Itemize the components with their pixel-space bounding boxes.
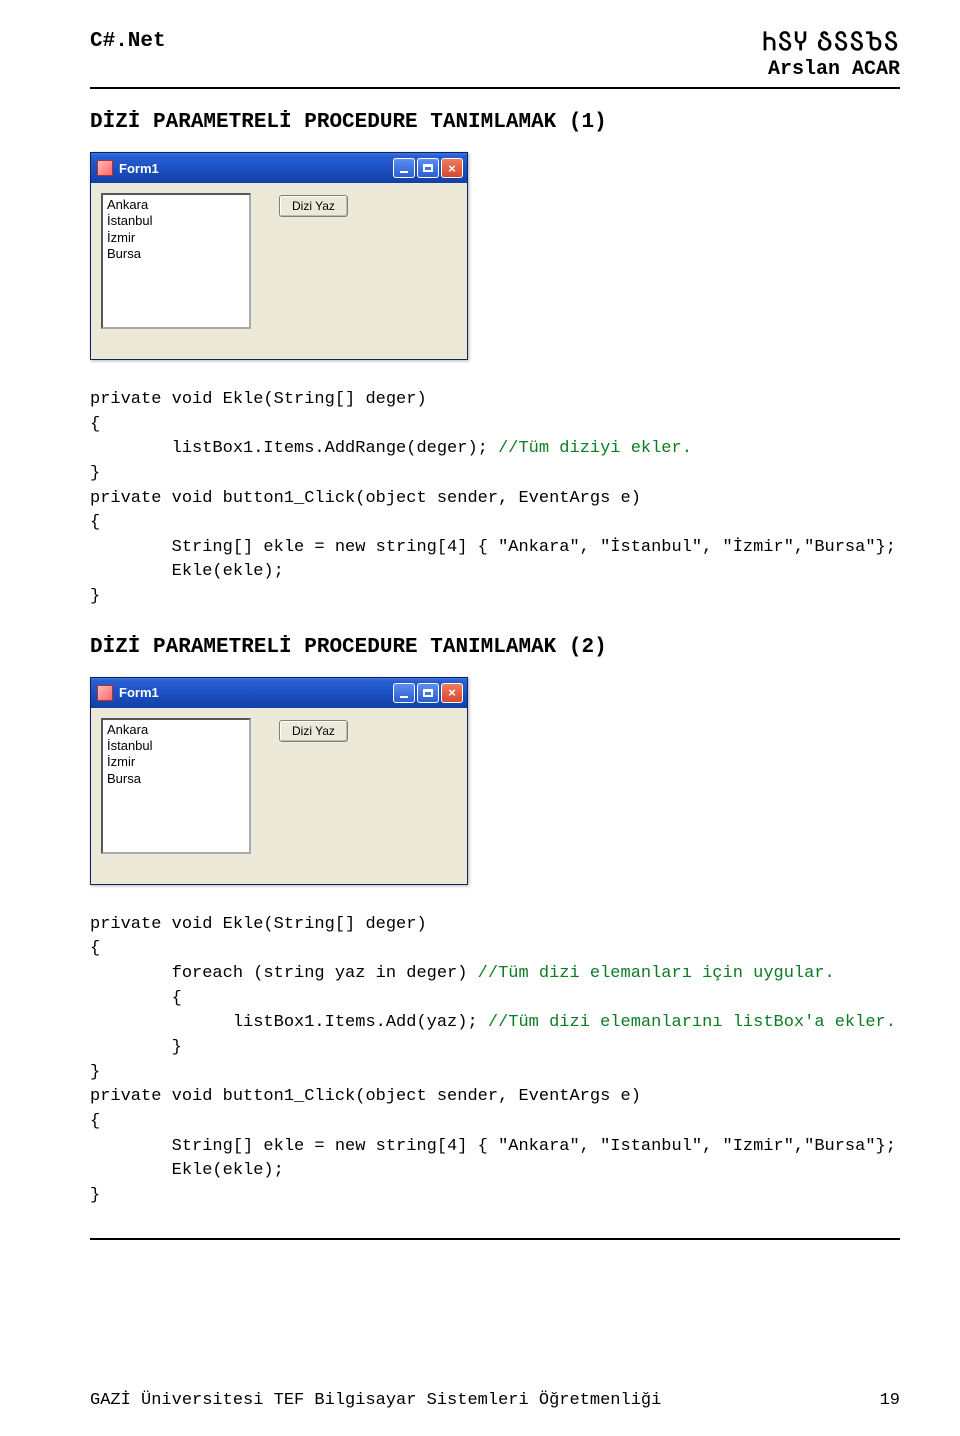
code-line: String[] ekle = new string[4] { "Ankara"…	[90, 1137, 896, 1156]
close-icon: ×	[448, 686, 456, 699]
window-title: Form1	[119, 161, 393, 176]
header-decor: ႹႽჄ ჂႽႽႦႽ	[763, 30, 900, 56]
list-item[interactable]: Ankara	[107, 197, 245, 213]
titlebar-1: Form1 ×	[91, 153, 467, 183]
page-footer: GAZİ Üniversitesi TEF Bilgisayar Sisteml…	[90, 1391, 900, 1410]
code-line: {	[90, 415, 100, 434]
list-item[interactable]: İstanbul	[107, 213, 245, 229]
code-line: Ekle(ekle);	[90, 1161, 284, 1180]
section2-title: DİZİ PARAMETRELİ PROCEDURE TANIMLAMAK (2…	[90, 636, 900, 659]
minimize-icon	[400, 171, 408, 173]
titlebar-2: Form1 ×	[91, 678, 467, 708]
footer-rule	[90, 1238, 900, 1240]
header-left: C#.Net	[90, 30, 166, 53]
page-number: 19	[880, 1391, 900, 1410]
code-line: listBox1.Items.Add(yaz);	[90, 1013, 488, 1032]
form-window-2: Form1 × Ankara İstanbul İzmir Bursa Dizi…	[90, 677, 468, 885]
list-item[interactable]: İzmir	[107, 754, 245, 770]
maximize-icon	[423, 689, 433, 697]
code-line: {	[90, 939, 100, 958]
footer-left: GAZİ Üniversitesi TEF Bilgisayar Sisteml…	[90, 1391, 661, 1410]
code-comment: //Tüm diziyi ekler.	[498, 439, 692, 458]
minimize-button[interactable]	[393, 158, 415, 178]
page-header: C#.Net ႹႽჄ ჂႽႽႦႽ Arslan ACAR	[90, 30, 900, 81]
code-line: }	[90, 1063, 100, 1082]
maximize-icon	[423, 164, 433, 172]
list-item[interactable]: Ankara	[107, 722, 245, 738]
maximize-button[interactable]	[417, 158, 439, 178]
code-line: String[] ekle = new string[4] { "Ankara"…	[90, 538, 896, 557]
code-line: {	[90, 513, 100, 532]
app-icon	[97, 160, 113, 176]
app-icon	[97, 685, 113, 701]
code-comment: //Tüm dizi elemanlarını listBox'a ekler.	[488, 1013, 896, 1032]
minimize-button[interactable]	[393, 683, 415, 703]
code-comment: //Tüm dizi elemanları için uygular.	[478, 964, 835, 983]
close-button[interactable]: ×	[441, 158, 463, 178]
window-buttons: ×	[393, 683, 463, 703]
code-line: }	[90, 1186, 100, 1205]
code-line: private void Ekle(String[] deger)	[90, 390, 427, 409]
window-title: Form1	[119, 685, 393, 700]
code-block-2: private void Ekle(String[] deger) { fore…	[90, 913, 900, 1209]
minimize-icon	[400, 696, 408, 698]
section1-title: DİZİ PARAMETRELİ PROCEDURE TANIMLAMAK (1…	[90, 111, 900, 134]
code-line: private void button1_Click(object sender…	[90, 1087, 641, 1106]
code-line: foreach (string yaz in deger)	[90, 964, 478, 983]
list-item[interactable]: İzmir	[107, 230, 245, 246]
listbox-1[interactable]: Ankara İstanbul İzmir Bursa	[101, 193, 251, 329]
window-buttons: ×	[393, 158, 463, 178]
code-line: private void Ekle(String[] deger)	[90, 915, 427, 934]
dizi-yaz-button[interactable]: Dizi Yaz	[279, 720, 348, 742]
code-line: {	[90, 1112, 100, 1131]
code-line: }	[90, 464, 100, 483]
code-block-1: private void Ekle(String[] deger) { list…	[90, 388, 900, 610]
code-line: }	[90, 587, 100, 606]
close-button[interactable]: ×	[441, 683, 463, 703]
form-body-1: Ankara İstanbul İzmir Bursa Dizi Yaz	[91, 183, 467, 359]
code-line: private void button1_Click(object sender…	[90, 489, 641, 508]
header-author: Arslan ACAR	[763, 58, 900, 81]
code-line: listBox1.Items.AddRange(deger);	[90, 439, 498, 458]
close-icon: ×	[448, 162, 456, 175]
list-item[interactable]: Bursa	[107, 771, 245, 787]
list-item[interactable]: İstanbul	[107, 738, 245, 754]
form-body-2: Ankara İstanbul İzmir Bursa Dizi Yaz	[91, 708, 467, 884]
header-right: ႹႽჄ ჂႽႽႦႽ Arslan ACAR	[763, 30, 900, 81]
code-line: }	[90, 1038, 182, 1057]
code-line: {	[90, 989, 182, 1008]
list-item[interactable]: Bursa	[107, 246, 245, 262]
form-window-1: Form1 × Ankara İstanbul İzmir Bursa Dizi…	[90, 152, 468, 360]
dizi-yaz-button[interactable]: Dizi Yaz	[279, 195, 348, 217]
code-line: Ekle(ekle);	[90, 562, 284, 581]
listbox-2[interactable]: Ankara İstanbul İzmir Bursa	[101, 718, 251, 854]
maximize-button[interactable]	[417, 683, 439, 703]
header-rule	[90, 87, 900, 89]
